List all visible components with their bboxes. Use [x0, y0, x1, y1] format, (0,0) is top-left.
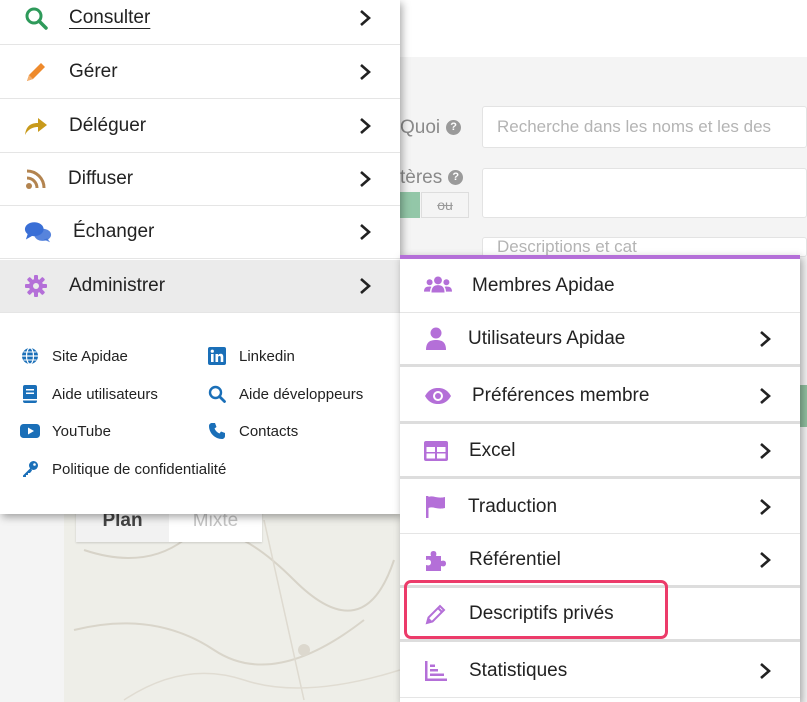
menu-item-gerer[interactable]: Gérer	[0, 46, 400, 99]
search-icon	[207, 384, 227, 404]
link-politique-confidentialite[interactable]: Politique de confidentialité	[20, 459, 226, 479]
chevron-right-icon	[760, 387, 771, 404]
chevron-right-icon	[760, 442, 771, 459]
search-label-text: Quoi	[400, 117, 441, 138]
search-icon	[22, 4, 50, 32]
chevron-right-icon	[360, 10, 371, 26]
eye-icon	[424, 382, 452, 410]
youtube-icon	[20, 421, 40, 441]
user-icon	[422, 325, 450, 353]
chevron-right-icon	[360, 278, 371, 294]
submenu-item-label: Traduction	[468, 495, 558, 517]
side-button[interactable]	[800, 385, 807, 427]
submenu-item-statistiques[interactable]: Statistiques	[400, 644, 800, 698]
phone-icon	[207, 421, 227, 441]
menu-item-deleguer[interactable]: Déléguer	[0, 100, 400, 153]
book-icon	[20, 384, 40, 404]
main-menu: Consulter Gérer Déléguer Diffuser Échang…	[0, 0, 400, 514]
chevron-right-icon	[760, 498, 771, 515]
submenu-item-utilisateurs-apidae[interactable]: Utilisateurs Apidae	[400, 313, 800, 367]
rss-icon	[22, 165, 50, 193]
gear-icon	[22, 272, 50, 300]
menu-item-echanger[interactable]: Échanger	[0, 206, 400, 259]
menu-item-administrer[interactable]: Administrer	[0, 260, 400, 313]
admin-submenu: Membres Apidae Utilisateurs Apidae Préfé…	[400, 255, 800, 702]
submenu-item-excel[interactable]: Excel	[400, 425, 800, 479]
search-input[interactable]: Recherche dans les noms et les des	[482, 106, 807, 148]
menu-item-label: Diffuser	[68, 168, 134, 189]
table-icon	[422, 437, 450, 465]
criteria-label-text: tères	[400, 167, 443, 188]
link-label: YouTube	[52, 422, 111, 440]
menu-item-label: Administrer	[69, 275, 166, 296]
submenu-item-preferences-membre[interactable]: Préférences membre	[400, 370, 800, 424]
chevron-right-icon	[360, 171, 371, 187]
menu-item-label: Consulter	[69, 7, 151, 28]
link-label: Linkedin	[239, 347, 295, 365]
share-arrow-icon	[22, 112, 50, 140]
menu-item-diffuser[interactable]: Diffuser	[0, 153, 400, 206]
link-label: Contacts	[239, 422, 299, 440]
submenu-item-traduction[interactable]: Traduction	[400, 480, 800, 534]
submenu-item-label: Excel	[469, 439, 516, 461]
third-input[interactable]: Descriptions et cat	[482, 237, 807, 257]
puzzle-icon	[422, 546, 450, 574]
link-label: Politique de confidentialité	[52, 460, 227, 478]
key-icon	[20, 459, 40, 479]
chevron-right-icon	[360, 224, 371, 240]
chat-bubbles-icon	[24, 218, 52, 246]
menu-item-consulter[interactable]: Consulter	[0, 0, 400, 45]
link-aide-utilisateurs[interactable]: Aide utilisateurs	[20, 384, 158, 404]
chevron-right-icon	[760, 330, 771, 347]
criteria-label: tères?	[400, 167, 464, 189]
submenu-item-label: Préférences membre	[472, 384, 650, 406]
flag-icon	[422, 493, 450, 521]
linkedin-icon	[207, 346, 227, 366]
chevron-right-icon	[360, 64, 371, 80]
link-label: Aide développeurs	[239, 385, 364, 403]
menu-item-label: Déléguer	[69, 115, 147, 136]
link-contacts[interactable]: Contacts	[207, 421, 298, 441]
bar-chart-icon	[422, 657, 450, 685]
toggle-or[interactable]: ou	[421, 192, 469, 218]
submenu-item-membres-apidae[interactable]: Membres Apidae	[400, 259, 800, 313]
submenu-item-referentiel[interactable]: Référentiel	[400, 534, 800, 588]
link-label: Site Apidae	[52, 347, 128, 365]
globe-icon	[20, 346, 40, 366]
help-icon[interactable]: ?	[448, 170, 464, 186]
link-site-apidae[interactable]: Site Apidae	[20, 346, 128, 366]
chevron-right-icon	[760, 551, 771, 568]
pencil-icon	[422, 600, 450, 628]
submenu-item-label: Descriptifs privés	[469, 602, 614, 624]
submenu-item-label: Utilisateurs Apidae	[468, 327, 626, 349]
link-linkedin[interactable]: Linkedin	[207, 346, 295, 366]
search-label: Quoi?	[400, 117, 462, 139]
users-icon	[424, 272, 452, 300]
pencil-icon	[22, 58, 50, 86]
link-youtube[interactable]: YouTube	[20, 421, 111, 441]
menu-item-label: Échanger	[73, 221, 155, 242]
submenu-item-descriptifs-prives[interactable]: Descriptifs privés	[400, 588, 800, 642]
chevron-right-icon	[360, 118, 371, 134]
submenu-item-label: Statistiques	[469, 659, 568, 681]
help-icon[interactable]: ?	[446, 120, 462, 136]
link-label: Aide utilisateurs	[52, 385, 158, 403]
criteria-input[interactable]	[482, 168, 807, 218]
submenu-item-label: Référentiel	[469, 548, 561, 570]
chevron-right-icon	[760, 662, 771, 679]
submenu-item-label: Membres Apidae	[472, 274, 615, 296]
link-aide-developpeurs[interactable]: Aide développeurs	[207, 384, 363, 404]
menu-item-label: Gérer	[69, 61, 118, 82]
